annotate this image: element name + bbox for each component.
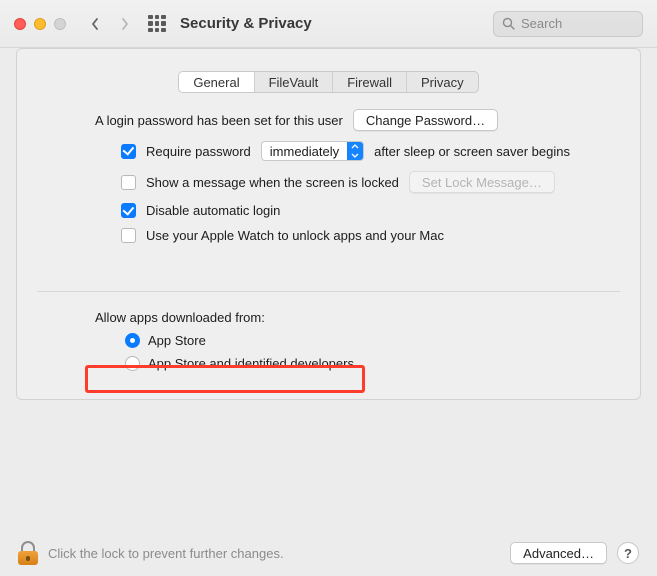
lock-button[interactable] — [18, 541, 38, 565]
select-value: immediately — [262, 144, 347, 159]
login-password-row: A login password has been set for this u… — [95, 109, 620, 131]
apple-watch-checkbox[interactable] — [121, 228, 136, 243]
tab-label: FileVault — [269, 75, 319, 90]
disable-auto-login-row: Disable automatic login — [121, 203, 620, 218]
tab-segment: General FileVault Firewall Privacy — [178, 71, 478, 93]
minimize-window-button[interactable] — [34, 18, 46, 30]
login-password-text: A login password has been set for this u… — [95, 113, 343, 128]
show-message-checkbox[interactable] — [121, 175, 136, 190]
window-controls — [14, 18, 66, 30]
set-lock-message-button: Set Lock Message… — [409, 171, 555, 193]
change-password-button[interactable]: Change Password… — [353, 109, 498, 131]
tab-label: General — [193, 75, 239, 90]
tab-label: Privacy — [421, 75, 464, 90]
require-password-suffix: after sleep or screen saver begins — [374, 144, 570, 159]
require-password-row: Require password immediately after sleep… — [121, 141, 620, 161]
require-password-delay-select[interactable]: immediately — [261, 141, 364, 161]
tab-filevault[interactable]: FileVault — [255, 72, 334, 92]
allow-apps-title: Allow apps downloaded from: — [95, 310, 620, 325]
show-all-prefs-button[interactable] — [148, 15, 166, 33]
lock-keyhole-icon — [26, 556, 30, 561]
show-message-label: Show a message when the screen is locked — [146, 175, 399, 190]
tab-label: Firewall — [347, 75, 392, 90]
back-button[interactable] — [84, 13, 106, 35]
require-password-checkbox[interactable] — [121, 144, 136, 159]
toolbar: Security & Privacy Search — [0, 0, 657, 48]
radio-app-store-label: App Store — [148, 333, 206, 348]
tab-privacy[interactable]: Privacy — [407, 72, 478, 92]
radio-identified-developers-label: App Store and identified developers — [148, 356, 354, 371]
advanced-button[interactable]: Advanced… — [510, 542, 607, 564]
require-password-prefix: Require password — [146, 144, 251, 159]
disable-auto-login-checkbox[interactable] — [121, 203, 136, 218]
forward-button[interactable] — [114, 13, 136, 35]
radio-identified-developers[interactable] — [125, 356, 140, 371]
help-button[interactable]: ? — [617, 542, 639, 564]
disable-auto-login-label: Disable automatic login — [146, 203, 280, 218]
tab-general[interactable]: General — [179, 72, 254, 92]
footer: Click the lock to prevent further change… — [0, 530, 657, 576]
zoom-window-button — [54, 18, 66, 30]
window-title: Security & Privacy — [180, 15, 312, 32]
radio-app-store[interactable] — [125, 333, 140, 348]
stepper-icon — [347, 142, 363, 160]
search-icon — [502, 17, 515, 30]
preferences-panel: General FileVault Firewall Privacy A log… — [16, 48, 641, 400]
tab-firewall[interactable]: Firewall — [333, 72, 407, 92]
show-message-row: Show a message when the screen is locked… — [121, 171, 620, 193]
chevron-right-icon — [120, 17, 130, 31]
search-placeholder: Search — [521, 16, 562, 31]
apple-watch-label: Use your Apple Watch to unlock apps and … — [146, 228, 444, 243]
chevron-left-icon — [90, 17, 100, 31]
lock-help-text: Click the lock to prevent further change… — [48, 546, 284, 561]
tab-bar: General FileVault Firewall Privacy — [17, 71, 640, 93]
divider — [37, 291, 620, 292]
allow-apps-appstore-row: App Store — [125, 333, 620, 348]
general-content: A login password has been set for this u… — [17, 109, 640, 371]
apple-watch-row: Use your Apple Watch to unlock apps and … — [121, 228, 620, 243]
allow-apps-identified-row: App Store and identified developers — [125, 356, 620, 371]
search-field[interactable]: Search — [493, 11, 643, 37]
close-window-button[interactable] — [14, 18, 26, 30]
